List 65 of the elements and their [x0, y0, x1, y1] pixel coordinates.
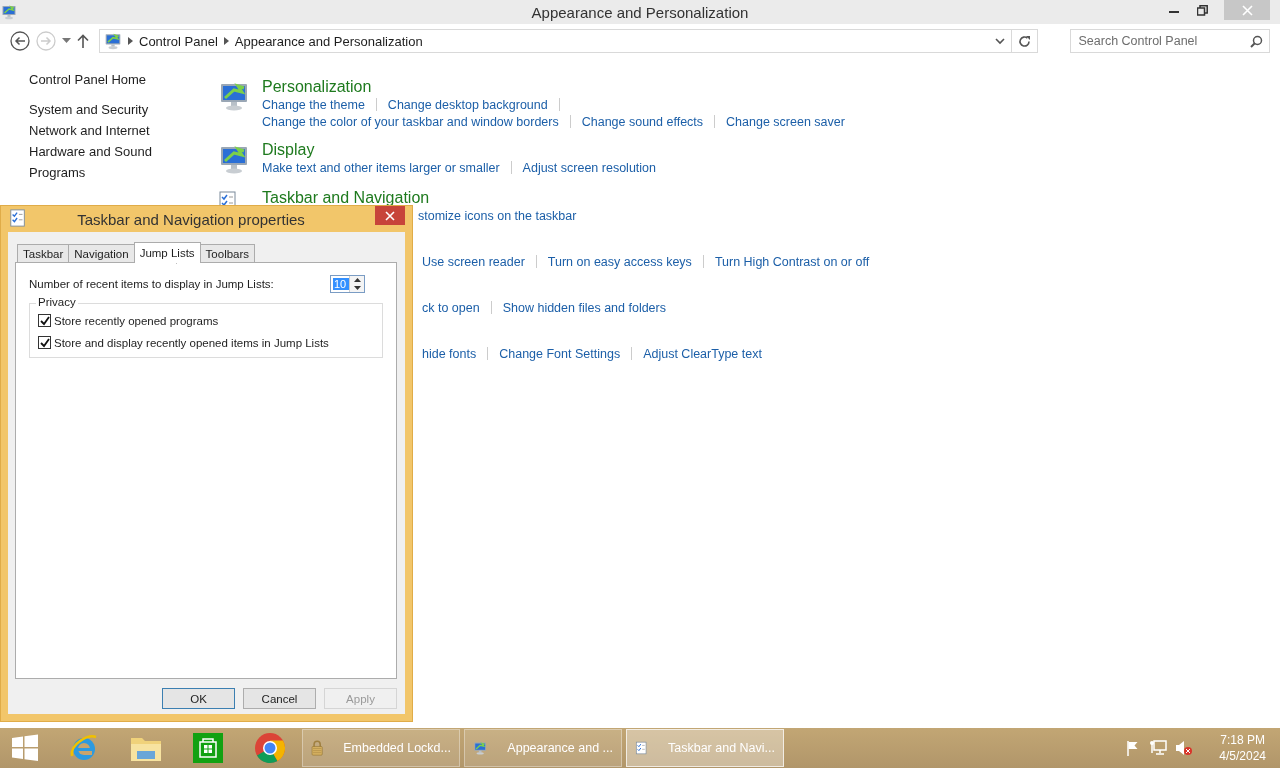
category-title[interactable]: Personalization [262, 78, 372, 95]
checkbox-label[interactable]: Store and display recently opened items in Jump Lists [54, 336, 329, 349]
task-link[interactable]: Change Font Settings [499, 346, 621, 361]
refresh-button[interactable] [1011, 29, 1038, 53]
breadcrumb[interactable]: Control Panel [139, 33, 218, 49]
task-link[interactable]: Turn High Contrast on or off [714, 254, 870, 269]
tab[interactable]: Taskbar [17, 244, 70, 262]
network-icon[interactable] [1149, 740, 1168, 756]
checklist-icon [9, 208, 27, 227]
muted-speaker-icon[interactable] [1175, 740, 1194, 756]
recent-pages-button[interactable] [62, 38, 71, 44]
address-bar[interactable]: Control Panel Appearance and Personalization [99, 29, 1012, 53]
chrome-icon[interactable] [254, 732, 286, 764]
checkbox-label[interactable]: Store recently opened programs [54, 314, 219, 327]
task-link[interactable]: Make text and other items larger or smaller [262, 160, 500, 175]
windows-logo-icon [11, 734, 39, 762]
task-link[interactable]: Use screen reader [422, 254, 525, 269]
task-link[interactable]: Change the theme [262, 97, 365, 112]
dialog-button[interactable]: Cancel [243, 688, 316, 709]
task-link[interactable]: hide fonts [422, 346, 477, 361]
close-button[interactable] [375, 206, 405, 225]
down-arrow-icon[interactable] [350, 284, 364, 292]
task-link[interactable]: Turn on easy access keys [547, 254, 692, 269]
control-panel-icon [104, 32, 122, 50]
dialog-title: Taskbar and Navigation properties [77, 210, 305, 228]
chevron-icon [128, 37, 133, 45]
task-link[interactable]: Show hidden files and folders [502, 300, 666, 315]
task-link[interactable]: Change screen saver [726, 114, 845, 129]
category-title[interactable]: Taskbar and Navigation [262, 189, 430, 206]
task-link[interactable]: Change the color of your taskbar and window borders [262, 114, 559, 129]
checkbox[interactable] [38, 314, 51, 327]
task-link[interactable]: Adjust ClearType text [643, 346, 762, 361]
tab[interactable]: Toolbars [199, 244, 256, 262]
sidebar-link[interactable]: Control Panel Home [29, 72, 218, 87]
task-link[interactable]: stomize icons on the taskbar [418, 208, 577, 223]
store-bag-icon[interactable] [193, 733, 223, 763]
refresh-icon [1017, 34, 1031, 48]
restore-icon [1196, 4, 1208, 16]
task-link[interactable]: ck to open [422, 300, 480, 315]
close-icon [385, 210, 395, 221]
checkbox[interactable] [38, 336, 51, 349]
task-link[interactable]: Adjust screen resolution [522, 160, 656, 175]
dialog-button[interactable]: OK [162, 688, 235, 709]
close-icon [1241, 4, 1253, 16]
chevron-icon [223, 37, 229, 45]
back-button[interactable] [10, 31, 30, 51]
sidebar-link[interactable]: Network and Internet [29, 123, 218, 138]
search-field[interactable]: Search Control Panel [1076, 33, 1250, 49]
group-label: Privacy [36, 296, 78, 308]
sidebar-link[interactable]: Hardware and Sound [29, 144, 218, 159]
sidebar-link[interactable]: Programs [29, 165, 218, 180]
search-box[interactable]: Search Control Panel [1069, 29, 1270, 53]
control-panel-icon [1, 4, 17, 20]
breadcrumb[interactable]: Appearance and Personalization [234, 33, 423, 49]
task-link[interactable]: Change sound effects [581, 114, 704, 129]
up-button[interactable] [77, 34, 89, 48]
category-title[interactable]: Display [262, 141, 315, 158]
window-title: Appearance and Personalization [531, 3, 749, 21]
sidebar-link[interactable]: System and Security [29, 102, 218, 117]
up-arrow-icon[interactable] [350, 276, 364, 284]
field-label: Number of recent items to display in Jump Lists: [29, 278, 274, 290]
task-link[interactable]: Change desktop background [387, 97, 548, 112]
tab[interactable]: Jump Lists [133, 242, 201, 263]
search-icon [1250, 34, 1263, 48]
tab[interactable]: Navigation [68, 244, 135, 262]
